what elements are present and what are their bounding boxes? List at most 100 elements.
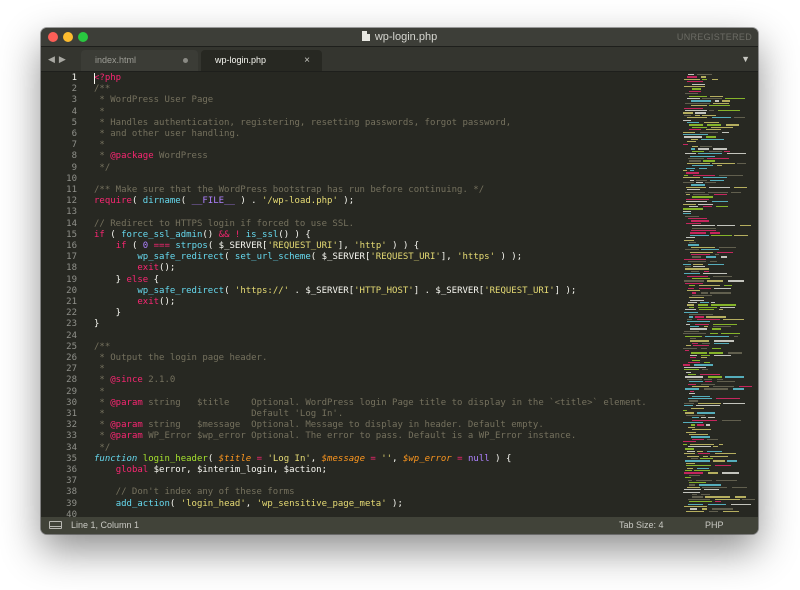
minimap-stroke xyxy=(692,429,711,431)
minimap-stroke xyxy=(724,150,730,152)
minimap-stroke xyxy=(722,131,729,133)
code-line[interactable]: /** xyxy=(94,342,110,353)
minimap-stroke xyxy=(715,453,736,455)
minimap-stroke xyxy=(708,417,715,419)
minimap[interactable] xyxy=(681,72,758,517)
minimap-stroke xyxy=(701,417,706,419)
line-number: 5 xyxy=(71,117,77,128)
code-token: * xyxy=(94,397,111,408)
line-number: 25 xyxy=(66,341,77,352)
code-line[interactable]: /** xyxy=(94,84,110,95)
minimap-stroke xyxy=(713,323,737,325)
code-editor[interactable]: 1 2 3 4 5 6 7 8 9 10 11 12 13 14 15 16 17 18 19 20 21 22 23 24 2… xyxy=(41,72,758,517)
code-line[interactable]: * xyxy=(94,364,104,375)
tab-size-selector[interactable]: Tab Size: 4 xyxy=(619,517,664,534)
code-token: set_url_scheme xyxy=(234,252,311,263)
code-line[interactable]: * Handles authentication, registering, r… xyxy=(94,118,511,129)
code-line[interactable]: * Default 'Log In'. xyxy=(94,409,343,420)
minimap-stroke xyxy=(712,328,721,330)
minimap-stroke xyxy=(699,484,721,486)
code-token: string $title Optional. WordPress login … xyxy=(142,397,647,408)
minimap-stroke xyxy=(701,249,719,251)
code-line[interactable]: } xyxy=(94,319,99,330)
minimap-stroke xyxy=(685,388,699,390)
minimap-stroke xyxy=(699,167,707,169)
minimap-stroke xyxy=(683,443,687,445)
code-token: strpos xyxy=(175,241,208,251)
minimap-stroke xyxy=(737,162,746,164)
code-line[interactable]: * @param string $title Optional. WordPre… xyxy=(94,397,647,409)
code-token: * Default 'Log In'. xyxy=(94,409,344,419)
unsaved-dot-icon[interactable] xyxy=(183,58,188,63)
minimap-stroke xyxy=(684,311,698,313)
code-line[interactable]: // Don't index any of these forms xyxy=(94,487,295,498)
minimap-stroke xyxy=(708,263,724,265)
close-tab-icon[interactable]: × xyxy=(304,50,310,71)
syntax-selector[interactable]: PHP xyxy=(705,517,724,534)
code-line[interactable]: if ( force_ssl_admin() && ! is_ssl() ) { xyxy=(94,230,311,241)
line-number: 19 xyxy=(66,274,77,285)
code-line[interactable]: // Redirect to HTTPS login if forced to … xyxy=(94,219,354,230)
minimap-stroke xyxy=(704,378,712,380)
code-token: ] ); xyxy=(554,285,577,296)
minimap-stroke xyxy=(697,74,712,76)
line-number: 13 xyxy=(66,207,77,218)
code-line[interactable]: function login_header( $title = 'Log In'… xyxy=(94,454,511,465)
minimap-stroke xyxy=(692,83,705,85)
minimap-stroke xyxy=(713,460,725,462)
minimap-stroke xyxy=(716,206,728,208)
code-line[interactable]: * WordPress User Page xyxy=(94,95,213,106)
minimap-stroke xyxy=(684,369,699,371)
chevron-down-icon[interactable]: ▼ xyxy=(741,47,750,71)
code-line[interactable]: } else { xyxy=(94,275,159,286)
code-line[interactable]: wp_safe_redirect( 'https://' . $_SERVER[… xyxy=(94,286,576,297)
code-token: 'REQUEST_URI' xyxy=(484,285,555,296)
minimap-stroke xyxy=(704,326,708,328)
code-token: __FILE__ xyxy=(191,196,235,207)
panel-toggle-icon[interactable] xyxy=(49,521,62,529)
code-line[interactable]: global $error, $interim_login, $action; xyxy=(94,465,327,476)
code-line[interactable]: */ xyxy=(94,163,110,174)
line-number: 18 xyxy=(66,263,77,274)
code-line[interactable]: * @since 2.1.0 xyxy=(94,375,175,386)
minimap-stroke xyxy=(689,95,707,97)
code-token: 'REQUEST_URI' xyxy=(370,252,441,263)
minimap-stroke xyxy=(710,455,728,457)
code-line[interactable]: * Output the login page header. xyxy=(94,353,267,364)
code-line[interactable]: * xyxy=(94,140,104,151)
minimap-stroke xyxy=(740,225,751,227)
code-token: wp_safe_redirect xyxy=(137,252,225,263)
minimap-stroke xyxy=(691,254,710,256)
code-line[interactable]: */ xyxy=(94,443,110,454)
code-line[interactable]: } xyxy=(94,308,121,319)
code-line[interactable]: <?php xyxy=(94,73,121,84)
code-line[interactable]: exit(); xyxy=(94,297,175,308)
code-line[interactable]: * @param string $message Optional. Messa… xyxy=(94,420,543,431)
code-line[interactable]: if ( 0 === strpos( $_SERVER['REQUEST_URI… xyxy=(94,241,420,252)
code-line[interactable]: * @param WP_Error $wp_error Optional. Th… xyxy=(94,431,576,442)
code-line[interactable]: wp_safe_redirect( set_url_scheme( $_SERV… xyxy=(94,252,522,263)
code-line[interactable]: * xyxy=(94,107,104,118)
code-line[interactable]: * @package WordPress xyxy=(94,151,207,162)
code-token: @param xyxy=(110,397,143,408)
minimap-stroke xyxy=(683,134,708,136)
tab-wp-login-php[interactable]: wp-login.php × xyxy=(201,50,322,71)
code-line[interactable]: require( dirname( __FILE__ ) . '/wp-load… xyxy=(94,196,354,207)
code-line[interactable]: exit(); xyxy=(94,263,175,274)
code-line[interactable]: add_action( 'login_head', 'wp_sensitive_… xyxy=(94,499,403,510)
minimap-stroke xyxy=(690,326,699,328)
minimap-stroke xyxy=(696,179,707,181)
arrow-left-icon[interactable]: ◀ xyxy=(48,54,59,64)
code-token: */ xyxy=(94,162,111,173)
arrow-right-icon[interactable]: ▶ xyxy=(59,54,70,64)
minimap-stroke xyxy=(715,100,719,102)
code-line[interactable]: /** Make sure that the WordPress bootstr… xyxy=(94,185,484,196)
minimap-stroke xyxy=(695,112,706,114)
cursor-position[interactable]: Line 1, Column 1 xyxy=(71,517,139,534)
minimap-stroke xyxy=(703,177,727,179)
minimap-stroke xyxy=(690,340,709,342)
tab-index-html[interactable]: index.html xyxy=(81,50,198,71)
minimap-stroke xyxy=(695,323,709,325)
code-line[interactable]: * and other user handling. xyxy=(94,129,240,140)
code-line[interactable]: * xyxy=(94,387,104,398)
